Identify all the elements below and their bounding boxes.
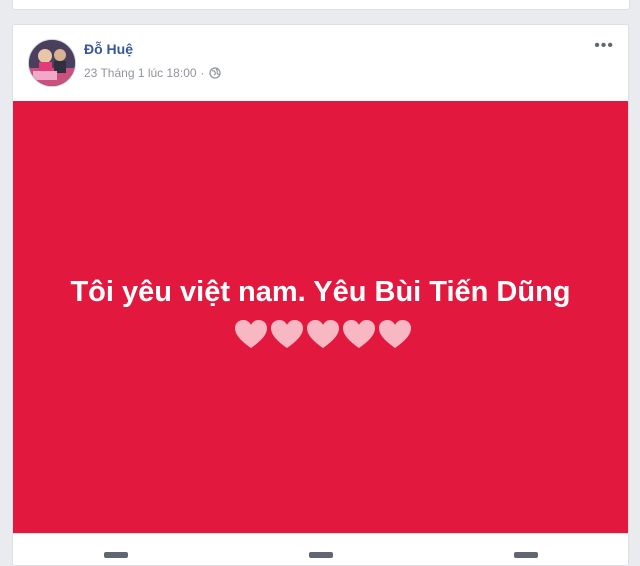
heart-icon [270,319,304,349]
globe-icon[interactable] [208,67,221,79]
post-timestamp[interactable]: 23 Tháng 1 lúc 18:00 [84,66,197,80]
heart-icon [234,319,268,349]
post-header: Đỗ Huệ 23 Tháng 1 lúc 18:00 · ••• [13,25,628,101]
previous-post-card [12,0,630,10]
comment-button[interactable] [308,552,333,558]
author-name[interactable]: Đỗ Huệ [84,41,133,57]
heart-icon [342,319,376,349]
status-banner: Tôi yêu việt nam. Yêu Bùi Tiến Dũng [13,101,628,533]
post-meta: 23 Tháng 1 lúc 18:00 · [84,66,221,80]
status-text: Tôi yêu việt nam. Yêu Bùi Tiến Dũng [70,276,571,308]
post-action-bar [13,533,628,566]
meta-separator: · [200,66,205,80]
avatar-image [29,40,75,86]
more-options-button[interactable]: ••• [594,37,614,55]
heart-icon [306,319,340,349]
author-avatar[interactable] [28,39,76,87]
heart-emoji-row [234,319,414,349]
feed-post: Đỗ Huệ 23 Tháng 1 lúc 18:00 · ••• Tôi yê… [12,24,629,566]
heart-icon [378,319,412,349]
status-text-container: Tôi yêu việt nam. Yêu Bùi Tiến Dũng [61,270,581,358]
like-button[interactable] [103,552,128,558]
share-button[interactable] [513,552,538,558]
